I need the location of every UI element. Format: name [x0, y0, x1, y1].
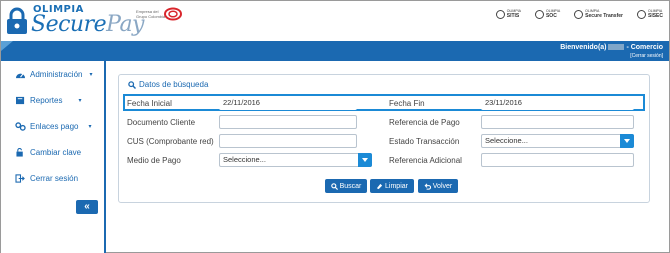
grupo-logo-icon — [164, 7, 182, 21]
undo-icon — [424, 183, 431, 190]
fecha-fin-input[interactable]: 23/11/2016 — [481, 96, 634, 110]
partner-soc-icon — [534, 9, 544, 19]
partner-soc: OLIMPIA SOC — [534, 9, 560, 19]
documento-cliente-input[interactable] — [219, 115, 357, 129]
fecha-fin-label: Fecha Fin — [389, 99, 425, 108]
collapse-sidebar-button[interactable]: « — [76, 200, 98, 214]
chevron-down-icon: ▾ — [88, 124, 92, 130]
welcome-prefix: Bienvenido(a) — [560, 44, 607, 51]
sign-out-icon — [15, 174, 25, 183]
dashboard-icon — [16, 73, 25, 79]
volver-button[interactable]: Volver — [418, 179, 458, 193]
panel-title-text: Datos de búsqueda — [139, 80, 209, 89]
chevron-down-icon[interactable] — [620, 134, 634, 148]
cus-label: CUS (Comprobante red) — [127, 137, 214, 146]
sidebar-item-label: Cambiar clave — [30, 148, 82, 157]
partner-secure-transfer: OLIMPIA Secure Transfer — [574, 9, 623, 19]
empresa-text: Empresa del Grupo Colombia — [136, 9, 166, 19]
estado-transaccion-value: Seleccione... — [485, 136, 528, 145]
partner-sisec: OLIMPIA SISEC — [636, 9, 663, 19]
search-icon — [128, 80, 136, 89]
eraser-icon — [376, 183, 383, 189]
sidebar-item-reportes[interactable]: Reportes ▾ — [15, 96, 81, 105]
chevron-down-icon[interactable] — [358, 153, 372, 167]
logout-link[interactable]: [Cerrar sesión] — [630, 53, 663, 59]
partner-sitis: OLIMPIA SITIS — [495, 9, 521, 19]
sidebar-item-enlaces-pago[interactable]: Enlaces pago ▾ — [15, 122, 92, 131]
welcome-suffix: - Comercio — [626, 44, 663, 51]
referencia-pago-label: Referencia de Pago — [389, 118, 460, 127]
limpiar-button[interactable]: Limpiar — [370, 179, 414, 193]
sidebar-item-label: Cerrar sesión — [30, 174, 79, 183]
fecha-inicial-input[interactable]: 22/11/2016 — [219, 96, 357, 110]
brand-secure: Secure — [31, 12, 107, 37]
cus-input[interactable] — [219, 134, 357, 148]
sidebar-item-label: Enlaces pago — [30, 122, 79, 131]
brand-name: SecurePay — [31, 12, 144, 37]
panel-title: Datos de búsqueda — [128, 80, 208, 89]
medio-pago-label: Medio de Pago — [127, 156, 181, 165]
referencia-pago-input[interactable] — [481, 115, 634, 129]
sidebar-item-label: Administración — [30, 70, 83, 79]
medio-pago-value: Seleccione... — [223, 155, 266, 164]
buscar-label: Buscar — [339, 182, 362, 190]
username-redacted — [608, 44, 625, 51]
estado-transaccion-label: Estado Transacción — [389, 137, 460, 146]
fecha-inicial-label: Fecha Inicial — [127, 99, 172, 108]
chevron-down-icon: ▾ — [89, 72, 93, 78]
sidebar-item-label: Reportes — [30, 96, 63, 105]
search-panel: Datos de búsqueda Fecha Inicial 22/11/20… — [118, 74, 650, 203]
sidebar-item-administracion[interactable]: Administración ▾ — [15, 70, 92, 79]
search-icon — [330, 182, 338, 190]
unlock-icon — [16, 148, 23, 157]
buscar-button[interactable]: Buscar — [325, 179, 367, 193]
securepay-logo: OLIMPIA SecurePay — [5, 3, 155, 39]
sidebar: Administración ▾ Reportes ▾ Enlaces pago… — [1, 61, 106, 253]
referencia-adicional-label: Referencia Adicional — [389, 156, 462, 165]
partner-sitis-icon — [495, 9, 505, 19]
medio-pago-select[interactable]: Seleccione... — [219, 153, 372, 167]
book-icon — [16, 96, 25, 105]
sidebar-item-cerrar-sesion[interactable]: Cerrar sesión — [15, 174, 78, 183]
navbar-accent — [1, 41, 13, 51]
partner-secure-transfer-icon — [574, 9, 584, 19]
chevron-down-icon: ▾ — [78, 98, 82, 104]
sidebar-item-cambiar-clave[interactable]: Cambiar clave — [15, 148, 81, 157]
link-icon — [15, 122, 26, 131]
referencia-adicional-input[interactable] — [481, 153, 634, 167]
partner-logos: OLIMPIA SITIS OLIMPIA SOC OLIMPIA Secure Tr… — [495, 9, 663, 19]
welcome-message: Bienvenido(a) - Comercio — [560, 44, 663, 51]
lock-logo-icon — [7, 7, 27, 34]
documento-cliente-label: Documento Cliente — [127, 118, 196, 127]
estado-transaccion-select[interactable]: Seleccione... — [481, 134, 634, 148]
partner-sisec-icon — [636, 9, 646, 19]
app-header: OLIMPIA SecurePay Empresa del Grupo Colo… — [1, 1, 669, 41]
volver-label: Volver — [432, 182, 453, 190]
limpiar-label: Limpiar — [385, 182, 408, 190]
